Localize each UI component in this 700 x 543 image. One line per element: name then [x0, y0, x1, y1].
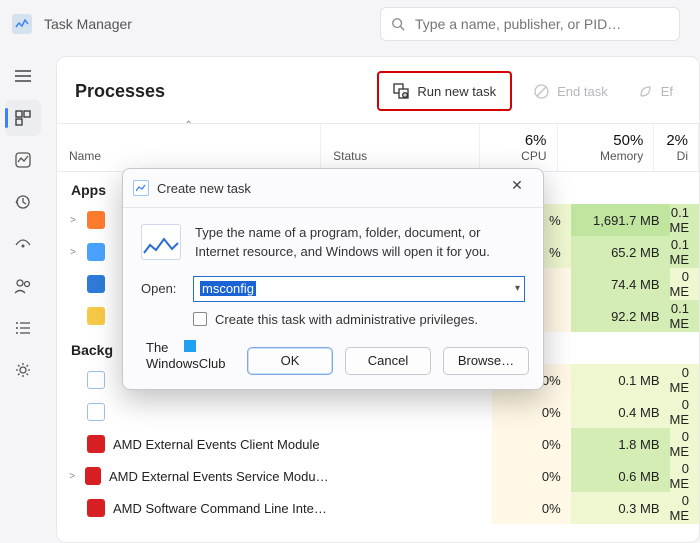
run-task-icon	[393, 83, 409, 99]
column-headers: ⌃ Name Status 6%CPU 50%Memory 2%Di	[57, 123, 699, 172]
cell-cpu: 0%	[492, 396, 571, 428]
col-cpu[interactable]: 6%CPU	[480, 124, 558, 171]
table-row[interactable]: > AMD External Events Service Modu… 0%0.6 …	[57, 460, 699, 492]
dialog-instruction: Type the name of a program, folder, docu…	[195, 224, 525, 262]
open-value: msconfig	[200, 281, 256, 296]
ok-button[interactable]: OK	[247, 347, 333, 375]
run-new-task-button[interactable]: Run new task	[377, 71, 512, 111]
open-combobox[interactable]: msconfig ▾	[193, 276, 525, 302]
process-icon	[87, 371, 105, 389]
close-button[interactable]: ✕	[501, 177, 533, 199]
cell-disk: 0 ME	[670, 428, 700, 460]
end-task-label: End task	[557, 84, 608, 99]
search-box[interactable]	[380, 7, 680, 41]
sort-arrow-icon: ⌃	[184, 120, 192, 131]
process-name: AMD Software Command Line Inte…	[113, 501, 327, 516]
end-task-icon	[534, 84, 549, 99]
cell-mem: 92.2 MB	[571, 300, 670, 332]
cell-cpu: 0%	[492, 460, 571, 492]
cell-mem: 0.3 MB	[571, 492, 670, 524]
process-icon	[87, 307, 105, 325]
admin-checkbox[interactable]	[193, 312, 207, 326]
cell-mem: 0.1 MB	[571, 364, 670, 396]
cell-mem: 0.4 MB	[571, 396, 670, 428]
process-icon	[87, 243, 105, 261]
cell-disk: 0 ME	[670, 268, 700, 300]
leaf-icon	[638, 84, 653, 99]
cell-disk: 0 ME	[670, 364, 700, 396]
cell-mem: 1,691.7 MB	[571, 204, 670, 236]
expand-icon[interactable]: >	[67, 471, 77, 482]
process-icon	[87, 435, 105, 453]
table-row[interactable]: AMD External Events Client Module 0%1.8 M…	[57, 428, 699, 460]
dialog-title: Create new task	[157, 181, 251, 196]
rail-services[interactable]	[5, 352, 41, 388]
cell-cpu: 0%	[492, 492, 571, 524]
app-icon	[12, 14, 32, 34]
run-new-task-label: Run new task	[417, 84, 496, 99]
search-input[interactable]	[415, 16, 669, 32]
app-title: Task Manager	[44, 16, 132, 32]
dialog-titlebar: Create new task ✕	[123, 169, 543, 208]
dialog-icon	[133, 180, 149, 196]
cell-disk: 0.1 ME	[670, 300, 700, 332]
nav-rail	[0, 48, 46, 543]
cell-mem: 74.4 MB	[571, 268, 670, 300]
rail-details[interactable]	[5, 310, 41, 346]
col-status[interactable]: Status	[321, 124, 480, 171]
cell-mem: 65.2 MB	[571, 236, 670, 268]
rail-users[interactable]	[5, 268, 41, 304]
expand-icon[interactable]: >	[67, 247, 79, 258]
cell-disk: 0 ME	[670, 396, 700, 428]
page-title: Processes	[75, 81, 165, 102]
cell-disk: 0.1 ME	[670, 204, 700, 236]
efficiency-button[interactable]: Ef	[630, 78, 681, 105]
process-name: AMD External Events Service Modu…	[109, 469, 329, 484]
rail-performance[interactable]	[5, 142, 41, 178]
admin-label: Create this task with administrative pri…	[215, 312, 478, 327]
process-icon	[87, 275, 105, 293]
cell-disk: 0 ME	[670, 460, 700, 492]
cell-mem: 0.6 MB	[571, 460, 670, 492]
table-row[interactable]: AMD Software Command Line Inte… 0%0.3 MB0…	[57, 492, 699, 524]
process-name: AMD External Events Client Module	[113, 437, 320, 452]
process-icon	[87, 403, 105, 421]
rail-startup[interactable]	[5, 226, 41, 262]
process-icon	[87, 211, 105, 229]
cell-mem: 1.8 MB	[571, 428, 670, 460]
titlebar: Task Manager	[0, 0, 700, 48]
end-task-button[interactable]: End task	[526, 78, 616, 105]
rail-history[interactable]	[5, 184, 41, 220]
cell-disk: 0 ME	[670, 492, 700, 524]
open-label: Open:	[141, 281, 181, 296]
expand-icon[interactable]: >	[67, 215, 79, 226]
watermark: The WindowsClub	[146, 340, 225, 371]
col-mem[interactable]: 50%Memory	[558, 124, 655, 171]
cell-disk: 0.1 ME	[670, 236, 700, 268]
col-disk[interactable]: 2%Di	[654, 124, 699, 171]
rail-menu[interactable]	[5, 58, 41, 94]
cell-cpu: 0%	[492, 428, 571, 460]
search-icon	[391, 17, 405, 31]
cancel-button[interactable]: Cancel	[345, 347, 431, 375]
table-row[interactable]: 0%0.4 MB0 ME	[57, 396, 699, 428]
process-icon	[87, 499, 105, 517]
chevron-down-icon[interactable]: ▾	[515, 283, 520, 294]
col-name[interactable]: ⌃ Name	[57, 124, 321, 171]
run-dialog-icon	[141, 224, 181, 260]
browse-button[interactable]: Browse…	[443, 347, 529, 375]
rail-processes[interactable]	[5, 100, 41, 136]
process-icon	[85, 467, 101, 485]
efficiency-label: Ef	[661, 84, 673, 99]
watermark-logo	[184, 340, 196, 352]
